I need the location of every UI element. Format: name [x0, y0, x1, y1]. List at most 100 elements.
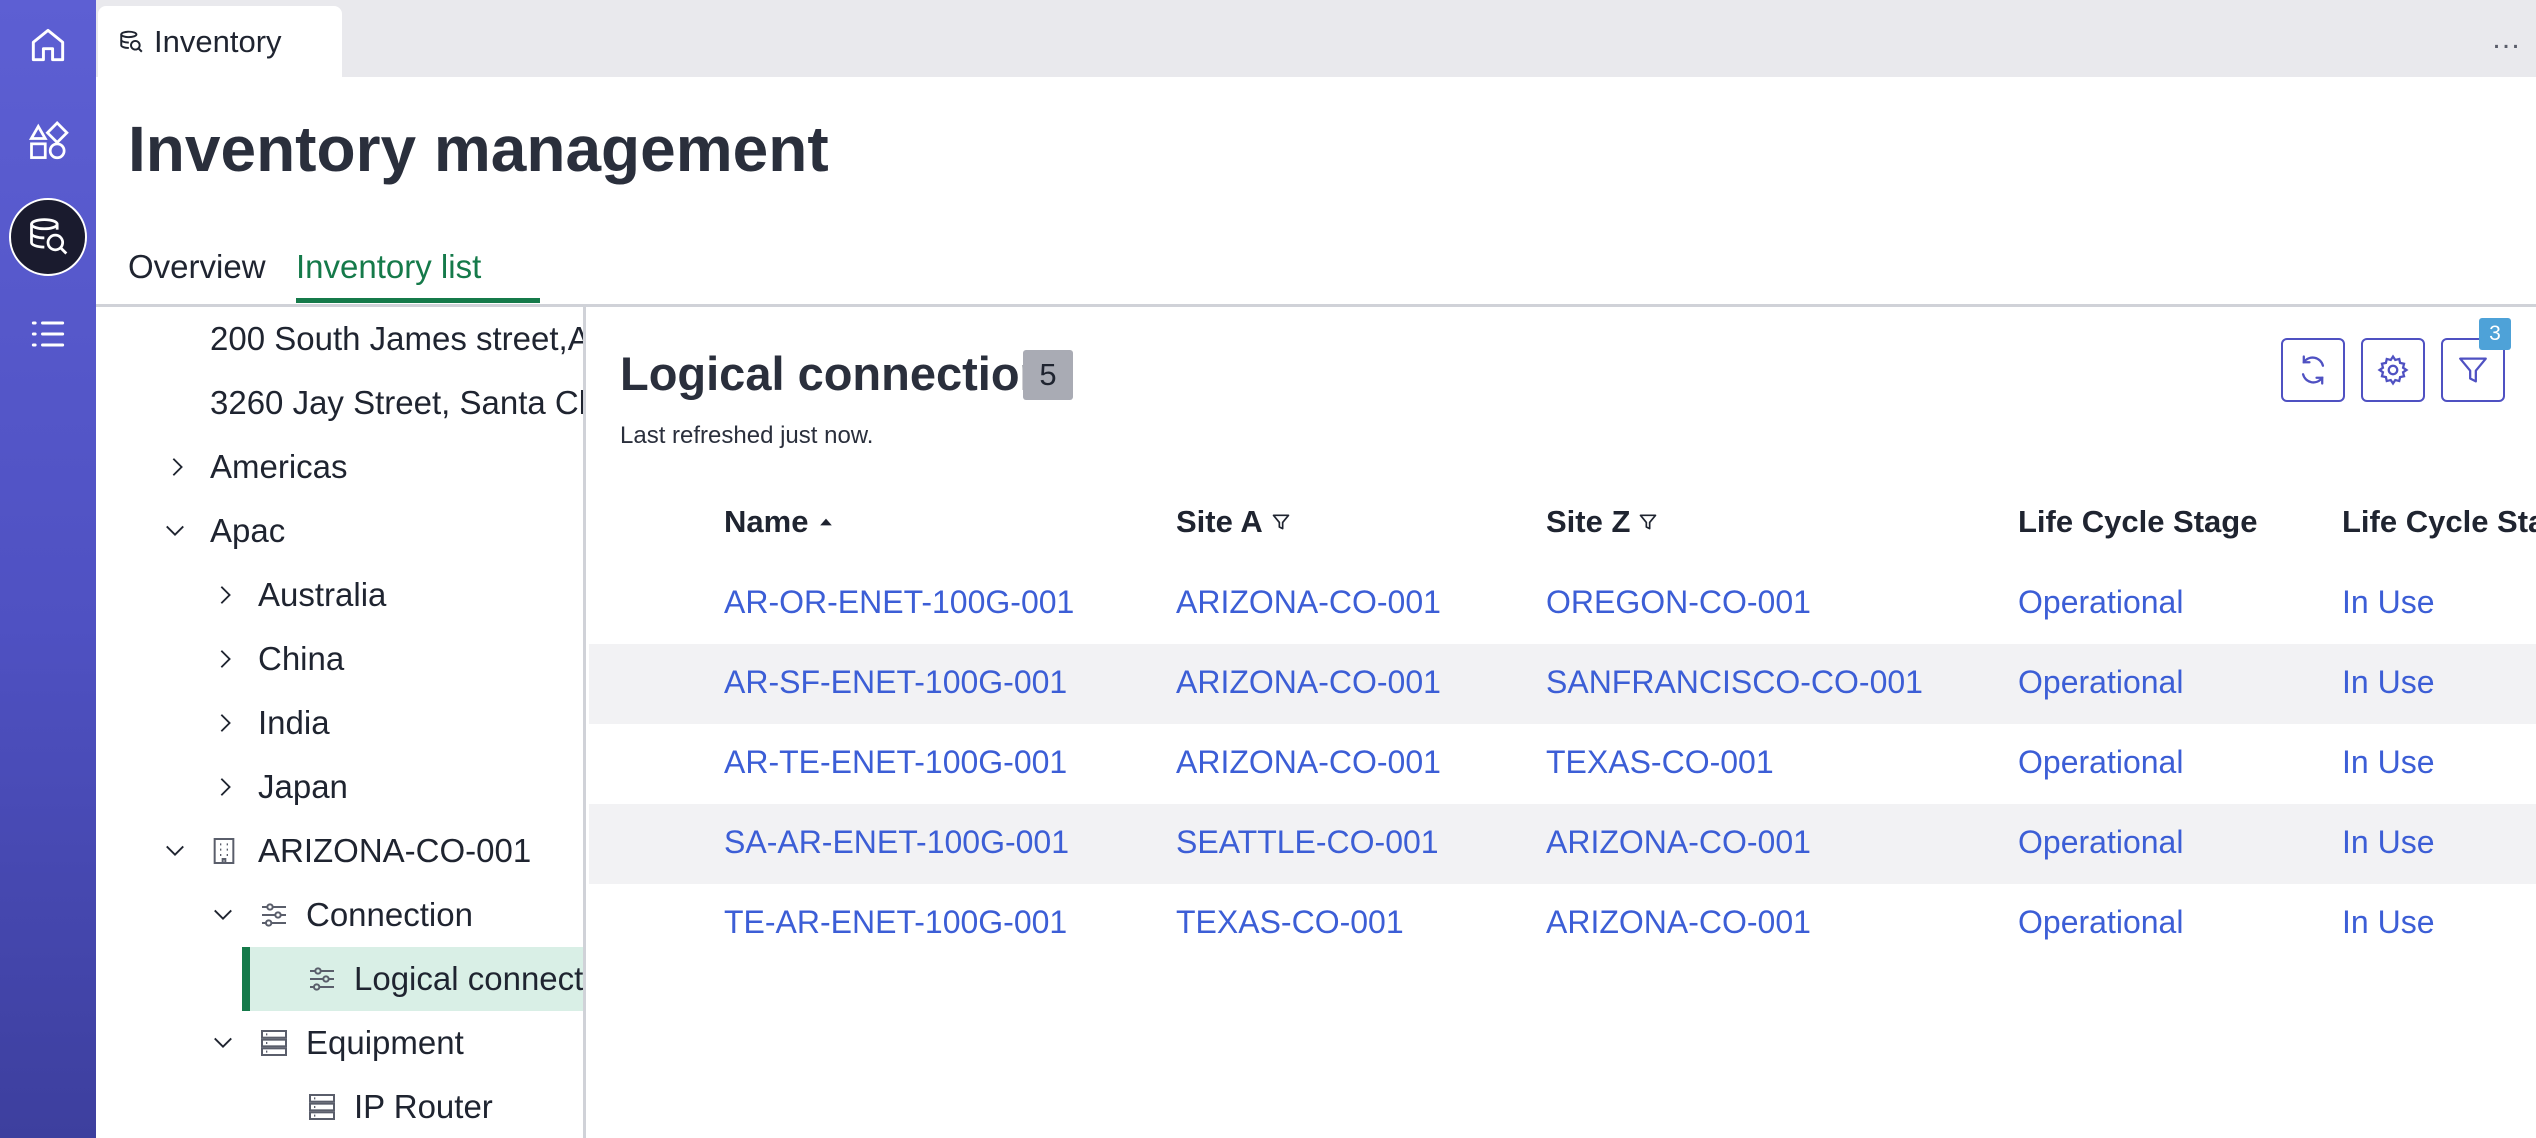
- home-icon: [31, 28, 65, 62]
- tree-item-label: Equipment: [306, 1024, 464, 1061]
- column-header-site-z[interactable]: Site Z: [1546, 504, 1658, 540]
- section-title: Logical connection: [620, 347, 1049, 400]
- tab-inventory[interactable]: Inventory: [98, 6, 342, 77]
- cell-site-z-link[interactable]: ARIZONA-CO-001: [1546, 904, 1811, 941]
- tree-item-label: Apac: [210, 512, 286, 549]
- tree-item-label: ARIZONA-CO-001: [258, 832, 532, 869]
- tree-item-equipment[interactable]: Equipment: [96, 1011, 583, 1075]
- tree-item-apac[interactable]: Apac: [96, 499, 583, 563]
- tree-item-label: Americas: [210, 448, 348, 485]
- sliders-icon: [310, 967, 334, 991]
- cell-site-z-link[interactable]: TEXAS-CO-001: [1546, 744, 1774, 781]
- chevron-down-icon[interactable]: [164, 520, 186, 542]
- cell-site-a-link[interactable]: ARIZONA-CO-001: [1176, 584, 1441, 621]
- cell-life-cycle-stage-link[interactable]: Operational: [2018, 584, 2183, 621]
- column-header-label: Life Cycle Stage: [2342, 504, 2536, 539]
- cell-life-cycle-status-link[interactable]: In Use: [2342, 824, 2434, 861]
- building-icon: [213, 838, 235, 864]
- tree-item-label: Japan: [258, 768, 348, 805]
- table-row[interactable]: AR-SF-ENET-100G-001 ARIZONA-CO-001 SANFR…: [589, 644, 2536, 724]
- cell-site-z-link[interactable]: ARIZONA-CO-001: [1546, 824, 1811, 861]
- cell-life-cycle-stage-link[interactable]: Operational: [2018, 904, 2183, 941]
- column-header-life-cycle-stage[interactable]: Life Cycle Stage: [2018, 504, 2257, 540]
- inventory-button[interactable]: [9, 198, 87, 276]
- column-header-site-a[interactable]: Site A: [1176, 504, 1291, 540]
- tab-inventory-list[interactable]: Inventory list: [296, 248, 481, 286]
- cell-site-a-link[interactable]: ARIZONA-CO-001: [1176, 664, 1441, 701]
- column-header-label: Life Cycle Stage: [2018, 504, 2258, 539]
- settings-button[interactable]: [2361, 338, 2425, 402]
- cell-site-z-link[interactable]: OREGON-CO-001: [1546, 584, 1811, 621]
- cell-site-a-link[interactable]: ARIZONA-CO-001: [1176, 744, 1441, 781]
- chevron-down-icon[interactable]: [164, 840, 186, 862]
- tree-item-connection[interactable]: Connection: [96, 883, 583, 947]
- tab-inventory-label: Inventory: [154, 23, 282, 59]
- tree-item-australia[interactable]: Australia: [96, 563, 583, 627]
- filter-icon[interactable]: [1271, 512, 1291, 532]
- chevron-right-icon[interactable]: [214, 584, 236, 606]
- filter-icon[interactable]: [1638, 512, 1658, 532]
- tree-item-china[interactable]: China: [96, 627, 583, 691]
- filter-count-badge: 3: [2479, 318, 2511, 350]
- tree-item-label: Connection: [306, 896, 473, 933]
- page-title: Inventory management: [128, 113, 829, 185]
- tree-item-india[interactable]: India: [96, 691, 583, 755]
- tree-item-logical-connection[interactable]: Logical connection: [242, 947, 584, 1011]
- tree-item-label: Logical connection: [354, 960, 584, 997]
- cell-name-link[interactable]: AR-OR-ENET-100G-001: [724, 584, 1074, 621]
- apps-icon: [28, 121, 69, 160]
- column-header-label: Site Z: [1546, 504, 1631, 539]
- cell-site-a-link[interactable]: SEATTLE-CO-001: [1176, 824, 1439, 861]
- cell-name-link[interactable]: TE-AR-ENET-100G-001: [724, 904, 1067, 941]
- tree-item-arizona-co-001[interactable]: ARIZONA-CO-001: [96, 819, 583, 883]
- gear-icon: [2377, 354, 2409, 386]
- cell-life-cycle-status-link[interactable]: In Use: [2342, 664, 2434, 701]
- tree-item-label: 200 South James street,Atlanta: [210, 320, 583, 357]
- more-options-icon[interactable]: …: [2491, 24, 2522, 54]
- table-row[interactable]: AR-OR-ENET-100G-001 ARIZONA-CO-001 OREGO…: [589, 564, 2536, 644]
- cell-life-cycle-status-link[interactable]: In Use: [2342, 584, 2434, 621]
- cell-life-cycle-stage-link[interactable]: Operational: [2018, 824, 2183, 861]
- tree-item-address-atlanta[interactable]: 200 South James street,Atlanta: [96, 307, 583, 371]
- selection-indicator: [242, 947, 250, 1011]
- chevron-down-icon[interactable]: [212, 1032, 234, 1054]
- cell-name-link[interactable]: AR-SF-ENET-100G-001: [724, 664, 1067, 701]
- home-button[interactable]: [0, 5, 96, 85]
- tree-item-japan[interactable]: Japan: [96, 755, 583, 819]
- filter-icon: [2459, 357, 2487, 383]
- apps-button[interactable]: [0, 102, 96, 182]
- table-row[interactable]: TE-AR-ENET-100G-001 TEXAS-CO-001 ARIZONA…: [589, 884, 2536, 964]
- column-header-life-cycle-stage-2[interactable]: Life Cycle Stage: [2342, 504, 2536, 540]
- chevron-right-icon[interactable]: [214, 648, 236, 670]
- chevron-right-icon[interactable]: [214, 712, 236, 734]
- tab-overview[interactable]: Overview: [128, 248, 266, 286]
- sliders-icon: [262, 903, 286, 927]
- chevron-down-icon[interactable]: [212, 904, 234, 926]
- list-button[interactable]: [0, 294, 96, 374]
- chevron-right-icon[interactable]: [166, 456, 188, 478]
- refresh-icon: [2301, 355, 2325, 385]
- cell-life-cycle-status-link[interactable]: In Use: [2342, 744, 2434, 781]
- table-row[interactable]: SA-AR-ENET-100G-001 SEATTLE-CO-001 ARIZO…: [589, 804, 2536, 884]
- cell-life-cycle-stage-link[interactable]: Operational: [2018, 664, 2183, 701]
- list-icon: [31, 321, 65, 347]
- cell-site-z-link[interactable]: SANFRANCISCO-CO-001: [1546, 664, 1923, 701]
- cell-life-cycle-stage-link[interactable]: Operational: [2018, 744, 2183, 781]
- refresh-button[interactable]: [2281, 338, 2345, 402]
- last-refreshed-text: Last refreshed just now.: [620, 422, 874, 449]
- chevron-right-icon[interactable]: [214, 776, 236, 798]
- inventory-icon: [120, 30, 143, 52]
- column-header-name[interactable]: Name: [724, 504, 836, 540]
- tree-item-ip-router[interactable]: IP Router: [96, 1075, 583, 1138]
- active-tab-indicator: [296, 298, 540, 303]
- tree-item-americas[interactable]: Americas: [96, 435, 583, 499]
- cell-name-link[interactable]: SA-AR-ENET-100G-001: [724, 824, 1069, 861]
- sort-ascending-icon[interactable]: [816, 512, 836, 532]
- inventory-tree: 200 South James street,Atlanta 3260 Jay …: [96, 305, 586, 1138]
- tree-item-address-santa-clara[interactable]: 3260 Jay Street, Santa Clara: [96, 371, 583, 435]
- cell-site-a-link[interactable]: TEXAS-CO-001: [1176, 904, 1404, 941]
- cell-life-cycle-status-link[interactable]: In Use: [2342, 904, 2434, 941]
- cell-name-link[interactable]: AR-TE-ENET-100G-001: [724, 744, 1067, 781]
- left-rail: [0, 0, 96, 1138]
- table-row[interactable]: AR-TE-ENET-100G-001 ARIZONA-CO-001 TEXAS…: [589, 724, 2536, 804]
